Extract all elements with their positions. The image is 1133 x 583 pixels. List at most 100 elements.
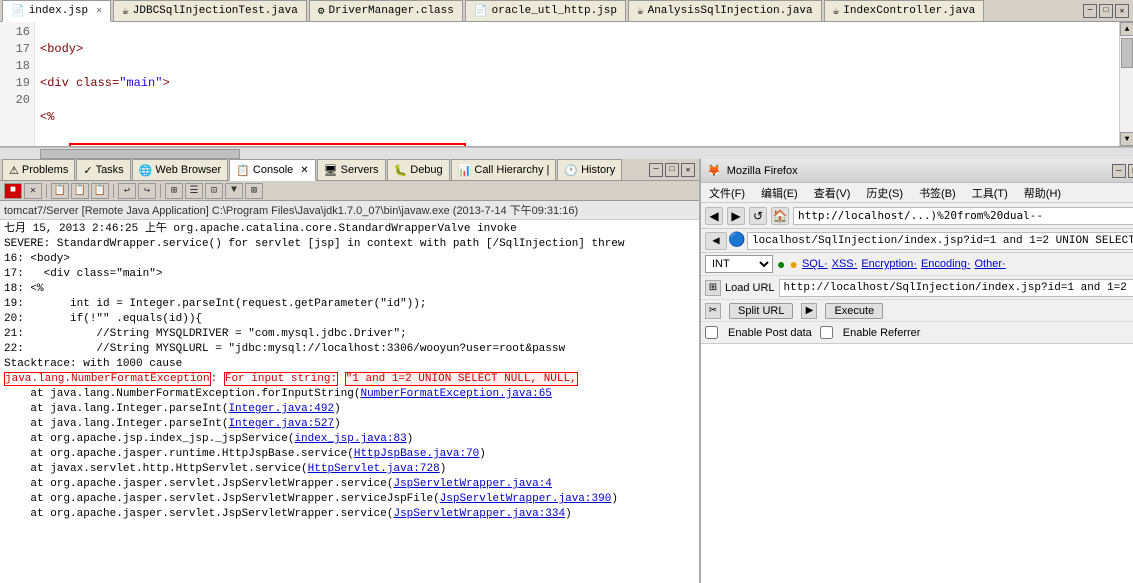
console-line-7: 20: if(!"" .equals(id)){ bbox=[4, 312, 695, 327]
minimize-button[interactable]: ─ bbox=[1083, 4, 1097, 18]
java2-icon: ☕ bbox=[637, 4, 644, 18]
hackbar-spliturl-button[interactable]: Split URL bbox=[729, 303, 793, 319]
console-line-3: 16: <body> bbox=[4, 252, 695, 267]
ff-menu-file[interactable]: 文件(F) bbox=[705, 185, 749, 201]
console-line-6: 19: int id = Integer.parseInt(request.ge… bbox=[4, 297, 695, 312]
hackbar-encryption-link[interactable]: Encryption· bbox=[861, 258, 917, 270]
hackbar-execute-button[interactable]: Execute bbox=[825, 303, 883, 319]
close2-button[interactable]: ⊠ bbox=[245, 183, 263, 199]
console-line-9: 22: //String MYSQLURL = "jdbc:mysql://lo… bbox=[4, 342, 695, 357]
tab-index-jsp[interactable]: 📄 index.jsp ✕ bbox=[2, 0, 111, 22]
tab-jdbc[interactable]: ☕ JDBCSqlInjectionTest.java bbox=[113, 0, 307, 21]
code-editor: 16 17 18 19 20 <body> <div class="main">… bbox=[0, 22, 1133, 147]
callhierarchy-icon: 📊 bbox=[458, 164, 472, 177]
ff-back-button[interactable]: ◀ bbox=[705, 207, 723, 225]
console-line-8: 21: //String MYSQLDRIVER = "com.mysql.jd… bbox=[4, 327, 695, 342]
ff-menu-help[interactable]: 帮助(H) bbox=[1020, 185, 1065, 201]
console-close-icon[interactable]: ✕ bbox=[300, 165, 308, 176]
ff-max-button[interactable]: □ bbox=[1128, 164, 1133, 178]
hackbar-referrer-label: Enable Referrer bbox=[843, 327, 921, 339]
dropdown-button[interactable]: ▼ bbox=[225, 183, 243, 199]
ff-address-input[interactable] bbox=[793, 207, 1133, 225]
undo-button[interactable]: ↩ bbox=[118, 183, 136, 199]
console-st-7: at org.apache.jasper.servlet.JspServletW… bbox=[4, 477, 695, 492]
tab-history[interactable]: 🕐 History bbox=[557, 159, 622, 180]
tab-label: DriverManager.class bbox=[328, 5, 453, 17]
ff-menu-tools[interactable]: 工具(T) bbox=[968, 185, 1012, 201]
tab-problems[interactable]: ⚠ Problems bbox=[2, 159, 75, 180]
tab-console[interactable]: 📋 Console ✕ bbox=[229, 159, 315, 181]
tab-servers[interactable]: 🖥 Servers bbox=[317, 159, 386, 180]
clear-button[interactable]: 📋 bbox=[91, 183, 109, 199]
console-st-1: at java.lang.NumberFormatException.forIn… bbox=[4, 387, 695, 402]
tab-webbrowser[interactable]: 🌐 Web Browser bbox=[132, 159, 229, 180]
tab-driver[interactable]: ⚙ DriverManager.class bbox=[309, 0, 463, 21]
ff-menu-edit[interactable]: 编辑(E) bbox=[757, 185, 802, 201]
ff-menu-bookmarks[interactable]: 书签(B) bbox=[915, 185, 960, 201]
ff-nav-url-display: localhost/SqlInjection/index.jsp?id=1 an… bbox=[747, 232, 1133, 250]
stop-button[interactable]: ■ bbox=[4, 183, 22, 199]
scroll-track bbox=[1120, 36, 1133, 132]
expand-button[interactable]: ⊡ bbox=[205, 183, 223, 199]
console-icon: 📋 bbox=[236, 164, 250, 177]
console-output[interactable]: 七月 15, 2013 2:46:25 上午 org.apache.catali… bbox=[0, 220, 699, 583]
scroll-thumb[interactable] bbox=[1121, 38, 1133, 68]
ff-refresh-button[interactable]: ↺ bbox=[749, 207, 767, 225]
servers-icon: 🖥 bbox=[324, 164, 338, 177]
hackbar-other-link[interactable]: Other· bbox=[975, 258, 1006, 270]
firefox-title-text: Mozilla Firefox bbox=[727, 165, 798, 177]
tab-label: index.jsp bbox=[29, 5, 88, 17]
firefox-content-area bbox=[701, 344, 1133, 583]
close-button[interactable]: ✕ bbox=[1115, 4, 1129, 18]
terminate-button[interactable]: ✕ bbox=[24, 183, 42, 199]
ff-home-button[interactable]: 🏠 bbox=[771, 207, 789, 225]
tab-oracle[interactable]: 📄 oracle_utl_http.jsp bbox=[465, 0, 626, 21]
tab-close-icon[interactable]: ✕ bbox=[96, 5, 102, 17]
ff-menu-view[interactable]: 查看(V) bbox=[810, 185, 855, 201]
tasks-icon: ✓ bbox=[83, 164, 92, 177]
jsp-icon: 📄 bbox=[11, 4, 25, 18]
hackbar-postdata-label: Enable Post data bbox=[728, 327, 812, 339]
hackbar-xss-link[interactable]: XSS· bbox=[832, 258, 858, 270]
tab-tasks[interactable]: ✓ Tasks bbox=[76, 159, 130, 180]
hackbar-panel: INT STRING ● ● SQL· XSS· Encryption· Enc… bbox=[701, 253, 1133, 344]
hackbar-type-select[interactable]: INT STRING bbox=[705, 255, 773, 273]
panel-min-button[interactable]: ─ bbox=[649, 163, 663, 177]
hackbar-referrer-checkbox[interactable] bbox=[820, 326, 833, 339]
hackbar-encoding-link[interactable]: Encoding· bbox=[921, 258, 971, 270]
ff-menu-history[interactable]: 历史(S) bbox=[862, 185, 907, 201]
firefox-navrow2: ◀ 🔵 localhost/SqlInjection/index.jsp?id=… bbox=[701, 229, 1133, 253]
tab-debug[interactable]: 🐛 Debug bbox=[387, 159, 450, 180]
java3-icon: ☕ bbox=[833, 4, 840, 18]
history-icon: 🕐 bbox=[564, 164, 578, 177]
scroll-up-arrow[interactable]: ▲ bbox=[1120, 22, 1133, 36]
editor-hscrollbar[interactable] bbox=[0, 147, 1133, 159]
tab-callhierarchy[interactable]: 📊 Call Hierarchy | bbox=[451, 159, 557, 180]
ff-forward-button[interactable]: ▶ bbox=[727, 207, 745, 225]
redo-button[interactable]: ↪ bbox=[138, 183, 156, 199]
panel-max-button[interactable]: □ bbox=[665, 163, 679, 177]
console-title-text: tomcat7/Server [Remote Java Application]… bbox=[4, 205, 578, 217]
maximize-button[interactable]: □ bbox=[1099, 4, 1113, 18]
paste-button[interactable]: 📋 bbox=[71, 183, 89, 199]
tab-indexcontroller[interactable]: ☕ IndexController.java bbox=[824, 0, 985, 21]
toolbar-separator3 bbox=[160, 184, 161, 198]
ff-nav-back-button[interactable]: ◀ bbox=[705, 232, 727, 250]
editor-vscrollbar[interactable]: ▲ ▼ bbox=[1119, 22, 1133, 146]
hackbar-url-input[interactable] bbox=[779, 279, 1133, 297]
hackbar-sql-link[interactable]: SQL· bbox=[802, 258, 828, 270]
copy-button[interactable]: 📋 bbox=[51, 183, 69, 199]
hackbar-dot2: ● bbox=[789, 256, 797, 272]
hscroll-thumb[interactable] bbox=[40, 149, 240, 159]
hackbar-postdata-checkbox[interactable] bbox=[705, 326, 718, 339]
menu-button[interactable]: ☰ bbox=[185, 183, 203, 199]
firefox-titlebar: 🦊 Mozilla Firefox ─ □ ✕ bbox=[701, 159, 1133, 183]
code-content[interactable]: <body> <div class="main"> <% int id = In… bbox=[36, 22, 1119, 146]
debug-label: Debug bbox=[410, 164, 442, 176]
ff-min-button[interactable]: ─ bbox=[1112, 164, 1126, 178]
scroll-down-arrow[interactable]: ▼ bbox=[1120, 132, 1133, 146]
tab-analysis[interactable]: ☕ AnalysisSqlInjection.java bbox=[628, 0, 822, 21]
panel-close-button[interactable]: ✕ bbox=[681, 163, 695, 177]
grid-button[interactable]: ⊞ bbox=[165, 183, 183, 199]
hackbar-row4: Enable Post data Enable Referrer bbox=[701, 321, 1133, 343]
